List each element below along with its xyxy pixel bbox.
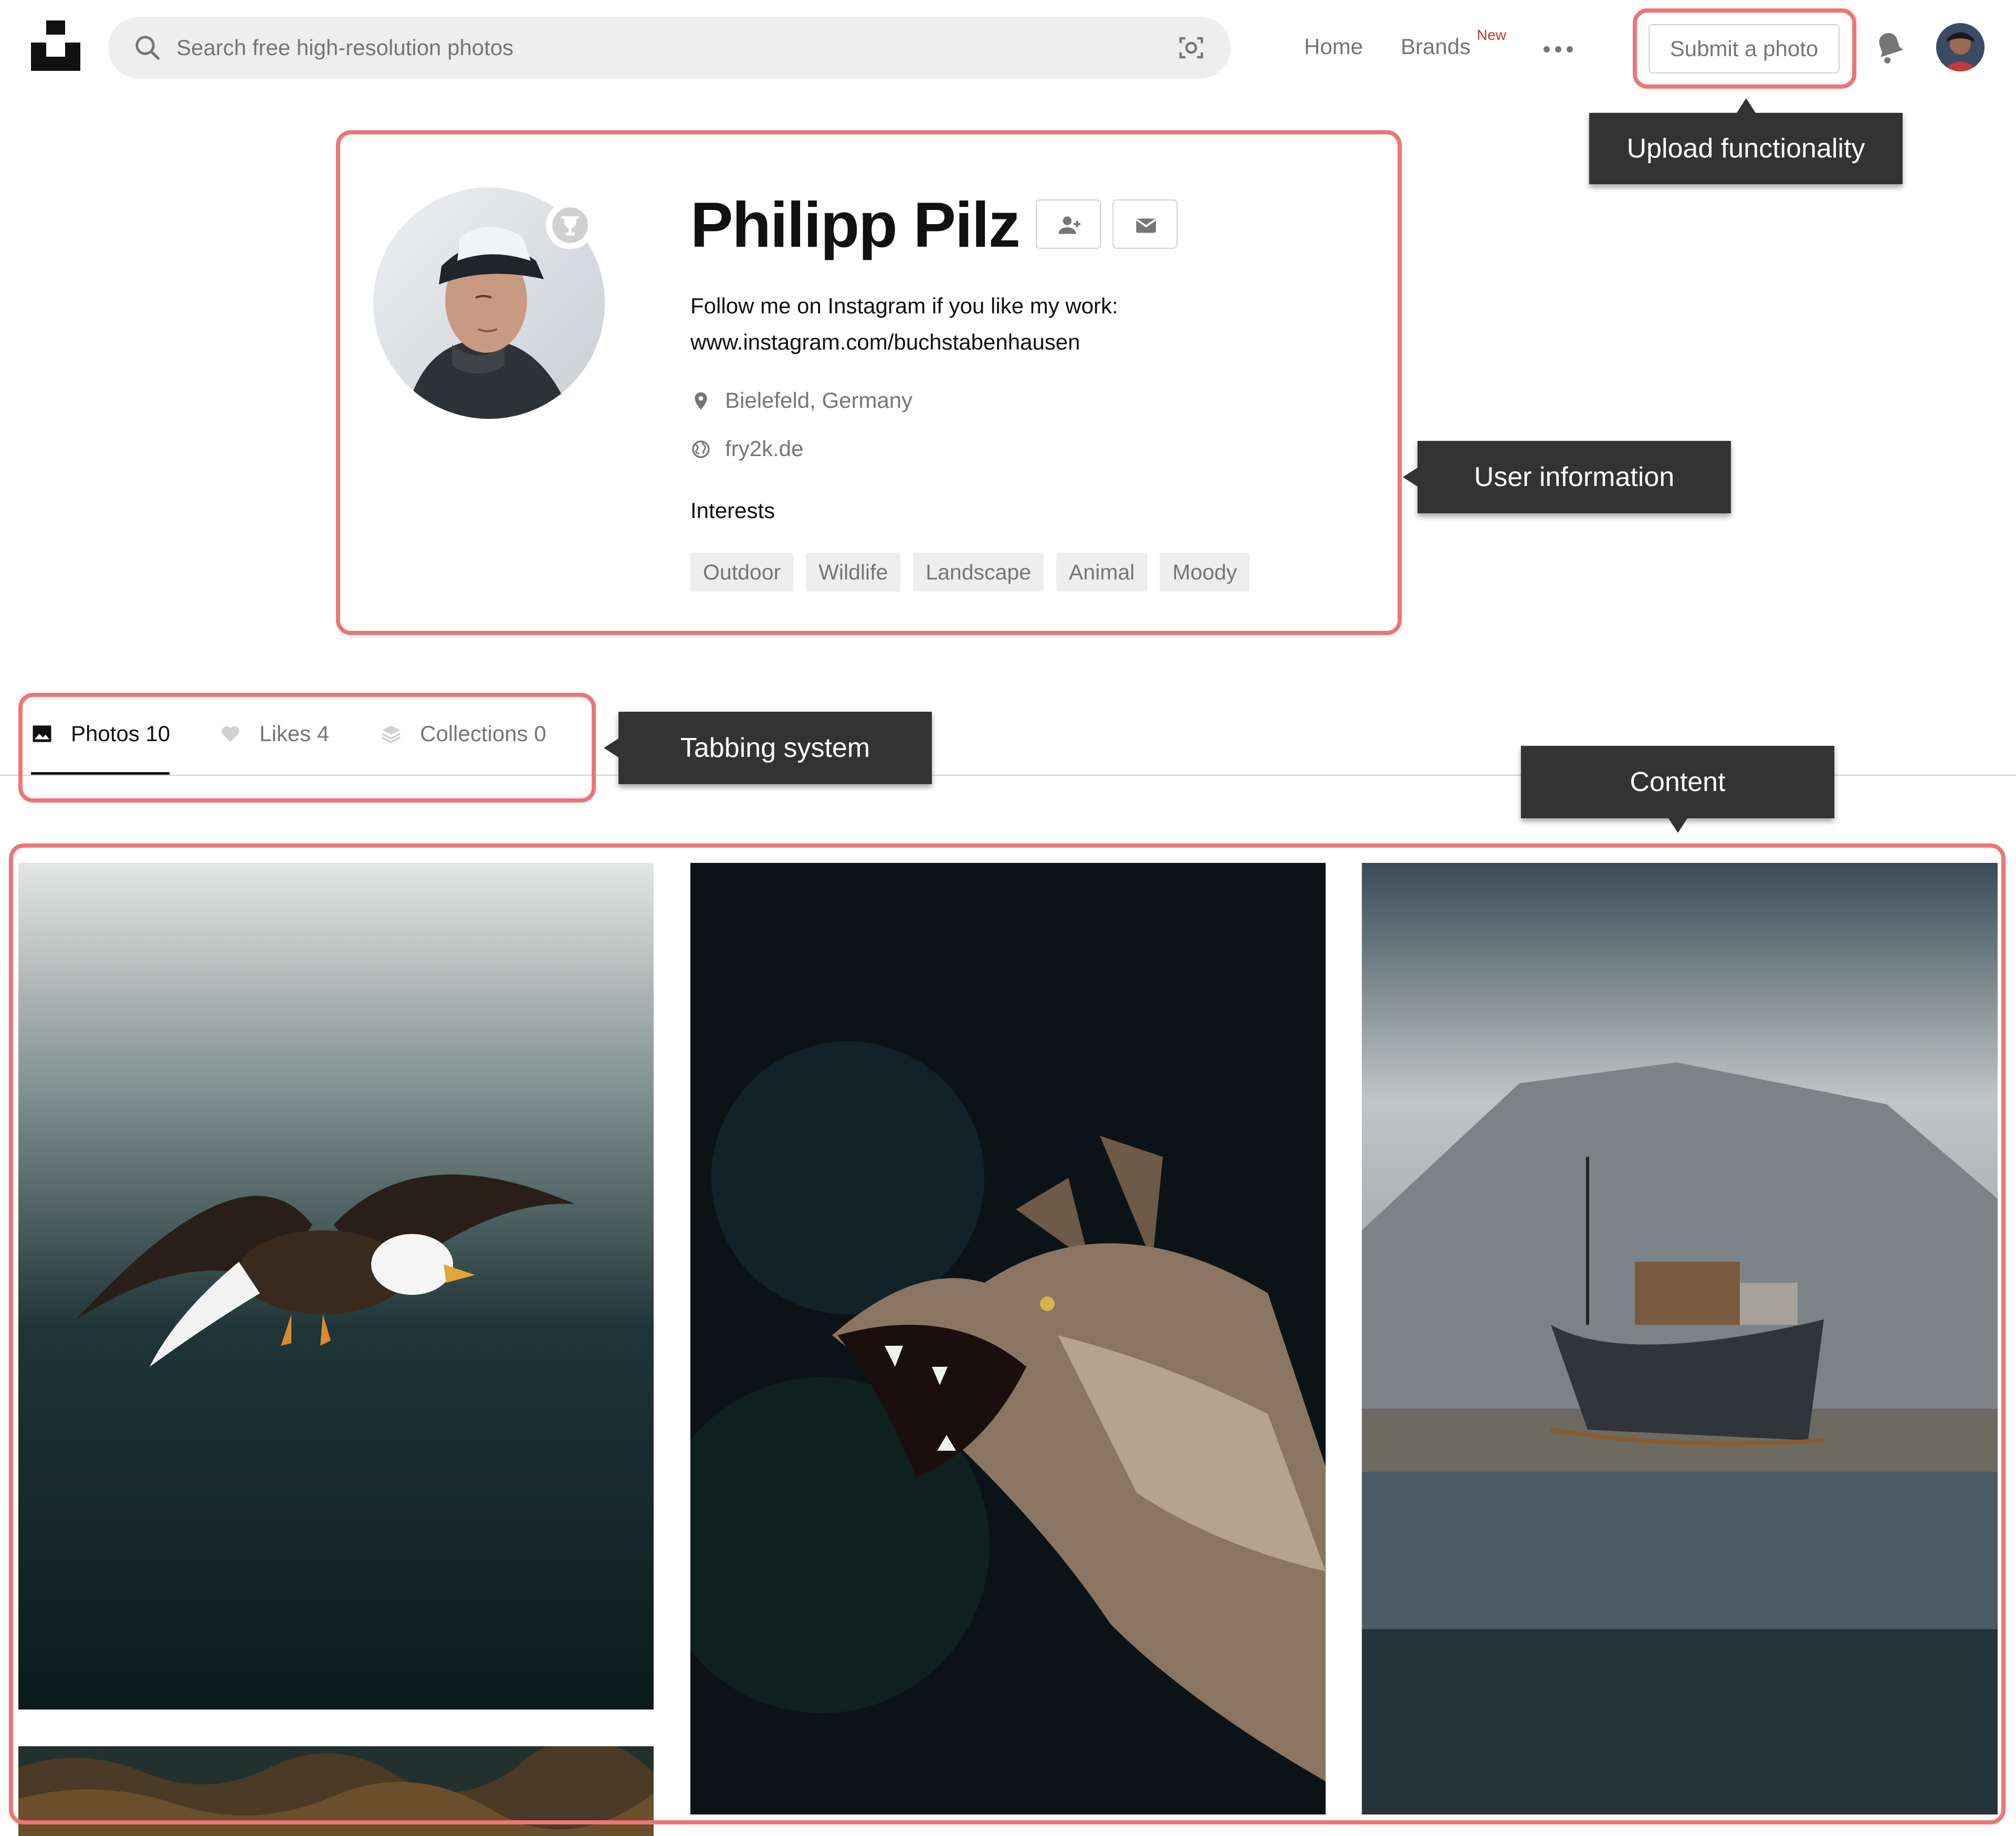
callout-upload-text: Upload functionality [1626,133,1865,164]
user-avatar[interactable] [1936,23,1984,71]
search-bar[interactable]: Search free high-resolution photos [108,17,1231,79]
highlight-tabbing-system [18,693,596,803]
callout-content: Content [1521,746,1834,833]
callout-user-info-text: User information [1474,462,1675,492]
callout-tabbing-system: Tabbing system [604,712,932,784]
callout-user-information: User information [1403,441,1731,513]
highlight-upload [1633,8,1856,89]
unsplash-logo-icon[interactable] [31,20,80,71]
callout-tabbing-text: Tabbing system [680,733,870,763]
highlight-content [9,843,2006,1824]
search-icon[interactable] [133,34,162,62]
callout-upload-functionality: Upload functionality [1589,98,1903,184]
highlight-user-information [336,130,1402,635]
notification-bell-icon[interactable] [1874,29,1906,66]
nav-brands-link[interactable]: Brands [1401,33,1471,61]
search-input[interactable]: Search free high-resolution photos [176,34,513,62]
nav-home-link[interactable]: Home [1304,33,1363,61]
more-icon[interactable] [1544,46,1575,52]
callout-content-text: Content [1630,767,1726,797]
visual-search-icon[interactable] [1177,34,1205,62]
new-badge: New [1477,27,1507,43]
